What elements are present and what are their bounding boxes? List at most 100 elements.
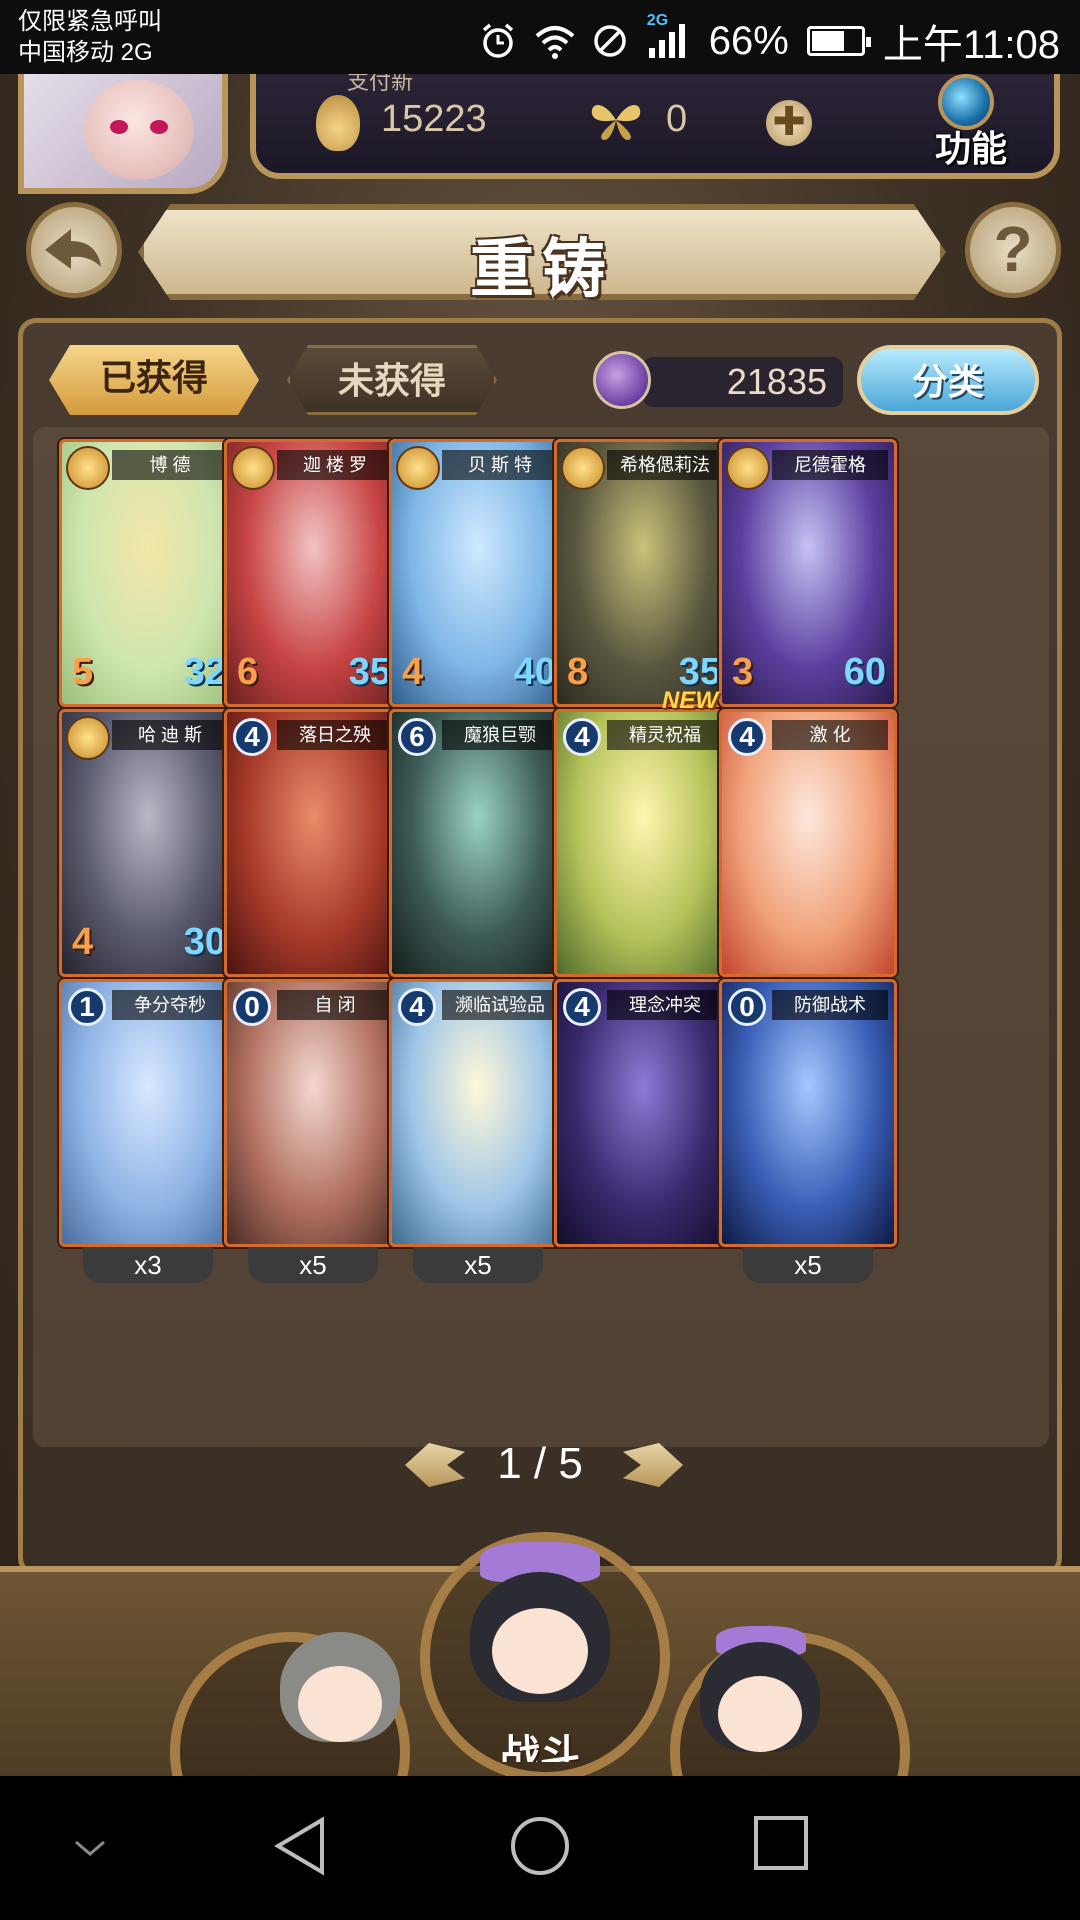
card-name: 希格偲莉法 [607,450,723,480]
card-item[interactable]: 4 濒临试验品 [389,979,567,1247]
function-button[interactable]: 功能 [896,74,1046,175]
chibi-face [298,1666,382,1742]
card-stat-right: 60 [843,651,886,693]
card-item[interactable]: 尼德霍格 3 60 [719,439,897,707]
battery-icon [806,26,871,56]
card-class-emblem-icon [231,446,275,490]
chevron-down-icon[interactable] [72,1836,108,1860]
tab-not-obtained[interactable]: 未获得 [287,345,497,415]
help-button[interactable]: ? [965,202,1061,298]
home-circle-icon[interactable] [508,1814,572,1878]
card-stat-left: 5 [72,651,94,693]
card-item[interactable]: 4 精灵祝福 [554,709,732,977]
card-name: 激 化 [772,720,888,750]
card-item[interactable]: 博 德 5 32 [59,439,237,707]
butterfly-currency-value: 0 [666,98,688,140]
pagination: 1 / 5 [23,1435,1057,1495]
avatar-eye-right [150,120,168,134]
card-cost: 4 [563,988,601,1026]
function-label: 功能 [934,128,1007,169]
network-type-label: 2G [646,12,669,29]
card-name: 迦 楼 罗 [277,450,393,480]
flame-currency-value: 15223 [381,98,487,140]
page-title: 重铸 [470,233,614,305]
card-name: 贝 斯 特 [442,450,558,480]
chibi-character-left [280,1632,400,1752]
card-item[interactable]: 希格偲莉法 8 35 [554,439,732,707]
carrier-text: 中国移动 2G [18,39,153,66]
add-currency-button[interactable]: ✚ [766,100,812,146]
card-stat-left: 4 [72,921,94,963]
game-screen: 15223 0 ✚ 功能 支付新 重铸 ? 已获得 未获得 21835 分类 博… [0,74,1080,1776]
avatar-portrait [84,80,194,180]
card-item[interactable]: 4激 化 [719,709,897,977]
card-item[interactable]: 贝 斯 特 4 40 [389,439,567,707]
card-name: 博 德 [112,450,228,480]
status-icons: 2G 66% 上午11:08 [479,12,1060,70]
card-count: x5 [413,1247,543,1283]
player-avatar[interactable] [18,74,228,194]
card-item[interactable]: 0 防御战术 [719,979,897,1247]
recast-currency-box: 21835 [643,357,843,407]
card-stat-right: 35 [348,651,391,693]
status-bar: 仅限紧急呼叫 中国移动 2G 2G 66% 上午11:08 [0,0,1080,74]
signal-icon: 2G [647,12,691,60]
card-item[interactable]: 1 争分夺秒 [59,979,237,1247]
recast-currency: 21835 [593,351,853,411]
butterfly-currency-icon [591,104,641,140]
chibi-character-center [470,1542,610,1712]
card-item[interactable]: 4 落日之殃 [224,709,402,977]
purple-face-currency-icon [593,351,651,409]
page-indicator: 1 / 5 [497,1439,583,1488]
card-name: 争分夺秒 [112,990,228,1020]
card-stat-left: 4 [402,651,424,693]
title-plate: 重铸 [138,204,946,300]
emergency-only-text: 仅限紧急呼叫 [18,8,162,35]
battery-percent: 66% [708,18,789,63]
card-item[interactable]: 哈 迪 斯 4 30 [59,709,237,977]
do-not-disturb-icon [591,22,629,60]
card-collection-panel: 已获得 未获得 21835 分类 博 德 5 32 迦 楼 罗 6 35 贝 斯 特 4 40 希… [18,318,1062,1576]
chibi-face [718,1676,802,1752]
card-name: 濒临试验品 [442,990,558,1020]
card-class-emblem-icon [726,446,770,490]
card-count: x5 [743,1247,873,1283]
card-stat-right: 32 [183,651,226,693]
card-stat-left: 3 [732,651,754,693]
card-stat-left: 8 [567,651,589,693]
card-name: 哈 迪 斯 [112,720,228,750]
card-stat-left: 6 [237,651,259,693]
wifi-icon [535,22,575,60]
recents-square-icon[interactable] [752,1814,810,1872]
card-count: x5 [248,1247,378,1283]
card-cost: 4 [563,718,601,756]
card-item[interactable]: 4 理念冲突 [554,979,732,1247]
card-item[interactable]: 0自 闭 [224,979,402,1247]
card-stat-right: 40 [513,651,556,693]
back-triangle-icon[interactable] [270,1814,330,1878]
card-class-emblem-icon [66,716,110,760]
tab-obtained[interactable]: 已获得 [49,345,259,415]
back-arrow-icon [45,229,101,269]
card-item[interactable]: 迦 楼 罗 6 35 [224,439,402,707]
category-filter-button[interactable]: 分类 [857,345,1039,415]
card-name: 尼德霍格 [772,450,888,480]
card-name: 自 闭 [277,990,393,1020]
battery-level [811,31,844,51]
card-name: 落日之殃 [277,720,393,750]
bottom-decor: 战斗 [0,1532,1080,1776]
new-badge: NEW [662,687,718,714]
card-name: 精灵祝福 [607,720,723,750]
card-item[interactable]: 6 魔狼巨颚 [389,709,567,977]
chibi-face [492,1608,588,1694]
card-cost: 1 [68,988,106,1026]
card-name: 理念冲突 [607,990,723,1020]
battle-button-label: 战斗 [500,1733,580,1762]
card-cost: 0 [728,988,766,1026]
android-nav-bar [0,1776,1080,1920]
card-count: x3 [83,1247,213,1283]
clock: 上午11:08 [882,23,1060,67]
card-class-emblem-icon [66,446,110,490]
resource-top-label: 支付新 [346,74,413,94]
back-button[interactable] [26,202,122,298]
